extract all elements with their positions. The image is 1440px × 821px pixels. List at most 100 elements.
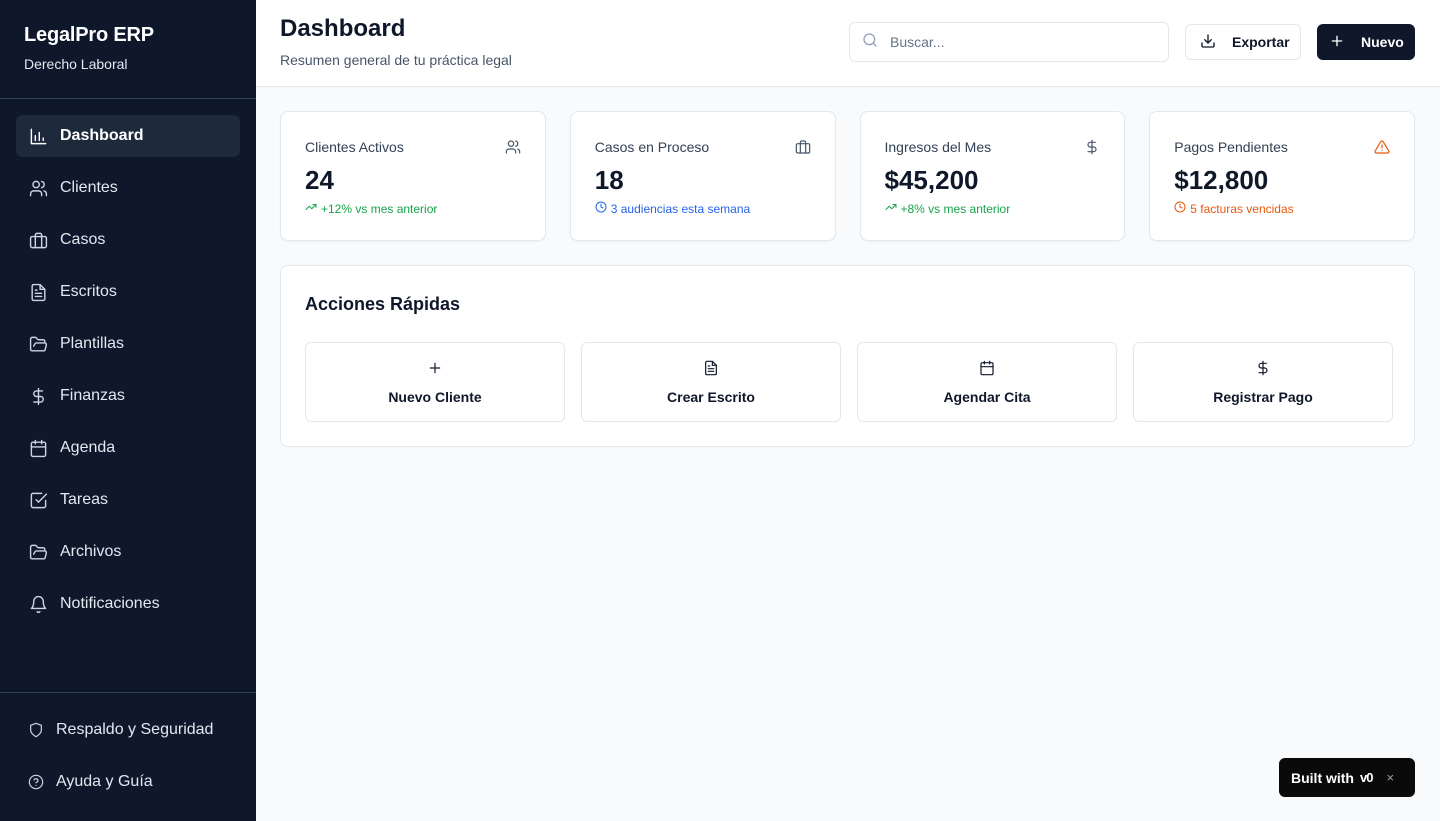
sidebar-item-label: Casos <box>60 231 106 248</box>
file-text-icon <box>703 360 719 389</box>
bar-chart-icon <box>28 126 48 146</box>
search-icon <box>862 32 878 53</box>
download-icon <box>1200 33 1232 52</box>
sidebar: LegalPro ERP Derecho Laboral Dashboard C… <box>0 0 256 821</box>
stat-title: Ingresos del Mes <box>884 139 992 155</box>
stat-note: 5 facturas vencidas <box>1174 201 1294 216</box>
sidebar-item-label: Notificaciones <box>60 595 160 612</box>
stat-value: 24 <box>305 165 334 195</box>
folder-icon <box>28 542 48 562</box>
sidebar-item-label: Plantillas <box>60 335 125 352</box>
sidebar-item-respaldo[interactable]: Respaldo y Seguridad <box>16 709 240 751</box>
dollar-icon <box>1255 360 1271 389</box>
bell-icon <box>28 594 48 614</box>
stat-card-pagos: Pagos Pendientes $12,800 5 facturas venc… <box>1149 111 1415 241</box>
quick-action-label: Registrar Pago <box>1213 388 1313 405</box>
stat-value: $45,200 <box>884 165 979 195</box>
briefcase-icon <box>795 139 811 155</box>
sidebar-item-archivos[interactable]: Archivos <box>16 531 240 573</box>
shield-icon <box>28 722 44 738</box>
clock-icon <box>1174 201 1190 216</box>
sidebar-item-label: Escritos <box>60 283 117 300</box>
brand: LegalPro ERP Derecho Laboral <box>0 0 256 99</box>
sidebar-item-clientes[interactable]: Clientes <box>16 167 240 209</box>
file-text-icon <box>28 282 48 302</box>
stat-note: +8% vs mes anterior <box>885 201 1011 216</box>
help-circle-icon <box>28 774 44 790</box>
briefcase-icon <box>28 230 48 250</box>
calendar-icon <box>979 360 995 389</box>
sidebar-footer: Respaldo y Seguridad Ayuda y Guía <box>0 692 256 821</box>
sidebar-item-label: Clientes <box>60 179 118 196</box>
stat-note-text: 3 audiencias esta semana <box>610 201 751 216</box>
stat-note: 3 audiencias esta semana <box>595 201 750 216</box>
brand-title: LegalPro ERP <box>24 24 154 46</box>
sidebar-nav: Dashboard Clientes Casos Escritos Planti… <box>0 99 256 625</box>
trending-up-icon <box>305 201 321 216</box>
export-button[interactable]: Exportar <box>1185 24 1301 60</box>
stat-note: +12% vs mes anterior <box>305 201 437 216</box>
quick-action-label: Crear Escrito <box>667 388 755 405</box>
quick-action-label: Agendar Cita <box>943 388 1031 405</box>
page-header: Dashboard Resumen general de tu práctica… <box>256 0 1440 87</box>
new-client-button[interactable]: Nuevo Cliente <box>305 342 565 422</box>
search-input[interactable] <box>890 34 1150 50</box>
sidebar-item-tareas[interactable]: Tareas <box>16 479 240 521</box>
quick-actions-panel: Acciones Rápidas Nuevo Cliente Crear Esc… <box>280 265 1415 447</box>
schedule-appointment-button[interactable]: Agendar Cita <box>857 342 1117 422</box>
stats-cards: Clientes Activos 24 +12% vs mes anterior… <box>280 111 1415 241</box>
quick-actions-title: Acciones Rápidas <box>305 294 461 314</box>
sidebar-item-dashboard[interactable]: Dashboard <box>16 115 240 157</box>
stat-value: 18 <box>594 165 624 195</box>
new-button[interactable]: Nuevo <box>1317 24 1415 60</box>
stat-title: Clientes Activos <box>305 139 404 155</box>
sidebar-item-label: Archivos <box>60 543 122 560</box>
register-payment-button[interactable]: Registrar Pago <box>1133 342 1393 422</box>
alert-triangle-icon <box>1374 139 1390 155</box>
quick-action-label: Nuevo Cliente <box>388 388 482 405</box>
dollar-icon <box>1084 139 1100 155</box>
users-icon <box>505 139 521 155</box>
sidebar-item-casos[interactable]: Casos <box>16 219 240 261</box>
stat-card-ingresos: Ingresos del Mes $45,200 +8% vs mes ante… <box>859 111 1126 241</box>
export-label: Exportar <box>1232 34 1290 50</box>
sidebar-item-label: Finanzas <box>60 387 125 404</box>
stat-card-clientes: Clientes Activos 24 +12% vs mes anterior <box>280 111 546 241</box>
built-with-badge[interactable]: Built with v0 × <box>1279 758 1415 797</box>
sidebar-item-escritos[interactable]: Escritos <box>16 271 240 313</box>
users-icon <box>28 178 48 198</box>
v0-logo: v0 <box>1360 770 1374 785</box>
sidebar-item-label: Agenda <box>60 439 116 456</box>
plus-icon <box>427 360 443 389</box>
calendar-icon <box>28 438 48 458</box>
sidebar-item-label: Respaldo y Seguridad <box>56 721 214 738</box>
stat-title: Casos en Proceso <box>594 139 710 155</box>
stat-note-text: +12% vs mes anterior <box>321 201 438 216</box>
trending-up-icon <box>885 201 901 216</box>
sidebar-item-label: Dashboard <box>60 127 144 144</box>
clock-icon <box>595 201 611 216</box>
quick-actions-list: Nuevo Cliente Crear Escrito Agendar Cita… <box>305 342 1393 422</box>
close-icon[interactable]: × <box>1386 770 1394 785</box>
page-title: Dashboard <box>280 15 406 42</box>
sidebar-item-agenda[interactable]: Agenda <box>16 427 240 469</box>
stat-note-text: 5 facturas vencidas <box>1190 201 1294 216</box>
brand-subtitle: Derecho Laboral <box>24 56 128 72</box>
sidebar-item-notificaciones[interactable]: Notificaciones <box>16 583 240 625</box>
stat-value: $12,800 <box>1174 165 1269 195</box>
plus-icon <box>1329 33 1361 52</box>
check-square-icon <box>28 490 48 510</box>
stat-note-text: +8% vs mes anterior <box>900 201 1011 216</box>
stat-card-casos: Casos en Proceso 18 3 audiencias esta se… <box>569 111 836 241</box>
page-subtitle: Resumen general de tu práctica legal <box>280 52 512 68</box>
sidebar-item-ayuda[interactable]: Ayuda y Guía <box>16 761 240 803</box>
built-with-label: Built with <box>1291 769 1354 786</box>
stat-title: Pagos Pendientes <box>1174 139 1288 155</box>
sidebar-item-plantillas[interactable]: Plantillas <box>16 323 240 365</box>
search-box[interactable] <box>849 22 1169 62</box>
new-label: Nuevo <box>1361 34 1404 50</box>
folder-open-icon <box>28 334 48 354</box>
sidebar-item-label: Tareas <box>60 491 109 508</box>
create-document-button[interactable]: Crear Escrito <box>581 342 841 422</box>
sidebar-item-finanzas[interactable]: Finanzas <box>16 375 240 417</box>
